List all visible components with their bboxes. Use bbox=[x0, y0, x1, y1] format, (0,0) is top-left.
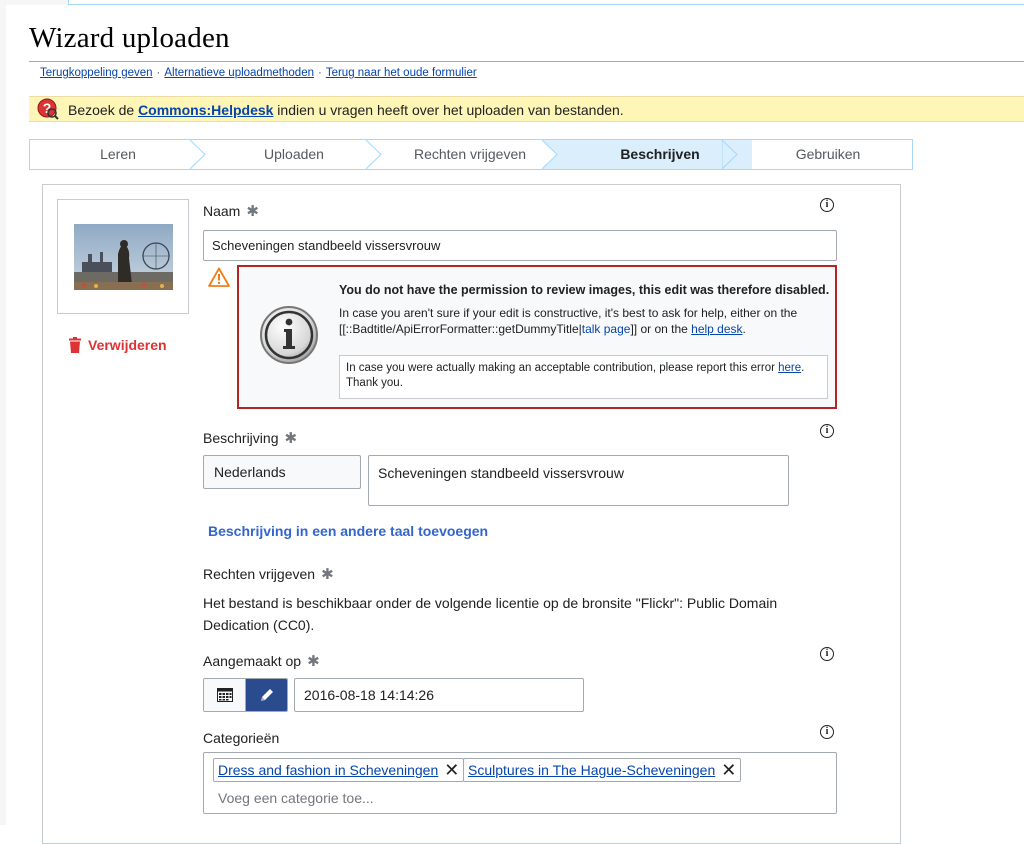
step-uploaden: Uploaden bbox=[264, 146, 324, 162]
category-tag: Dress and fashion in Scheveningen ✕ bbox=[213, 758, 465, 782]
error-body-text: ]] or on the bbox=[630, 322, 692, 336]
svg-text:?: ? bbox=[43, 100, 52, 116]
talk-page-link[interactable]: talk page bbox=[582, 322, 631, 336]
link-separator: · bbox=[317, 67, 322, 79]
title-input-value: Scheveningen standbeeld vissersvrouw bbox=[212, 238, 441, 253]
remove-file-button[interactable]: Verwijderen bbox=[68, 337, 167, 353]
error-body: In case you aren't sure if your edit is … bbox=[339, 305, 829, 337]
date-value: 2016-08-18 14:14:26 bbox=[304, 687, 434, 703]
name-info-icon[interactable]: i bbox=[820, 198, 834, 212]
error-body-text: . bbox=[742, 322, 746, 336]
step-chevron-icon bbox=[542, 140, 558, 169]
close-icon[interactable]: ✕ bbox=[721, 761, 736, 779]
step-chevron-icon bbox=[190, 140, 206, 169]
step-gebruiken: Gebruiken bbox=[795, 146, 861, 162]
feedback-link[interactable]: Terugkoppeling geven bbox=[40, 67, 153, 79]
language-select[interactable]: Nederlands bbox=[203, 455, 361, 489]
header-links: Terugkoppeling geven · Alternatieve upload… bbox=[40, 67, 477, 79]
link-separator: · bbox=[156, 67, 161, 79]
date-label-text: Aangemaakt op bbox=[203, 653, 302, 669]
pencil-icon bbox=[260, 689, 273, 701]
date-info-icon[interactable]: i bbox=[820, 647, 834, 661]
license-text: Het bestand is beschikbaar onder de volg… bbox=[203, 595, 778, 633]
date-label: Aangemaakt op ✱ bbox=[203, 652, 320, 670]
notice-suffix: indien u vragen heeft over het uploaden … bbox=[273, 102, 624, 118]
title-divider bbox=[29, 61, 1024, 62]
report-here-link[interactable]: here bbox=[778, 362, 801, 374]
help-question-icon: ? bbox=[37, 98, 59, 120]
category-link[interactable]: Sculptures in The Hague-Scheveningen bbox=[468, 762, 715, 778]
category-tag: Sculptures in The Hague-Scheveningen ✕ bbox=[463, 758, 742, 782]
step-beschrijven: Beschrijven bbox=[542, 140, 752, 169]
text-mode-button[interactable] bbox=[246, 679, 287, 711]
notice-text: Bezoek de Commons:Helpdesk indien u vrag… bbox=[68, 102, 624, 118]
description-info-icon[interactable]: i bbox=[820, 424, 834, 438]
help-desk-link[interactable]: help desk bbox=[691, 322, 742, 336]
date-mode-toggle bbox=[203, 678, 288, 712]
close-icon[interactable]: ✕ bbox=[444, 761, 459, 779]
add-language-button[interactable]: Beschrijving in een andere taal toevoege… bbox=[208, 523, 488, 539]
category-link[interactable]: Dress and fashion in Scheveningen bbox=[218, 762, 438, 778]
license-label-text: Rechten vrijgeven bbox=[203, 566, 316, 582]
helpdesk-notice: ? Bezoek de Commons:Helpdesk indien u vr… bbox=[29, 96, 1024, 122]
categories-label: Categorieën bbox=[203, 730, 280, 746]
wizard-steps: Leren Uploaden Rechten vrijgeven Beschri… bbox=[29, 139, 913, 170]
page-title: Wizard uploaden bbox=[29, 22, 230, 54]
step-chevron-icon bbox=[722, 140, 738, 169]
category-placeholder[interactable]: Voeg een categorie toe... bbox=[218, 790, 374, 806]
remove-label: Verwijderen bbox=[88, 337, 167, 353]
notice-prefix: Bezoek de bbox=[68, 102, 139, 118]
categories-info-icon[interactable]: i bbox=[820, 725, 834, 739]
page-tab-edge bbox=[68, 0, 1024, 5]
info-icon bbox=[260, 306, 318, 364]
old-form-link[interactable]: Terug naar het oude formulier bbox=[326, 67, 477, 79]
date-input[interactable]: 2016-08-18 14:14:26 bbox=[294, 678, 584, 712]
step-chevron-icon bbox=[366, 140, 382, 169]
warning-icon bbox=[208, 267, 230, 287]
step-leren: Leren bbox=[100, 146, 136, 162]
title-input[interactable]: Scheveningen standbeeld vissersvrouw bbox=[203, 230, 837, 261]
required-icon: ✱ bbox=[246, 203, 259, 220]
top-strip bbox=[0, 0, 1024, 5]
left-rail bbox=[0, 0, 6, 825]
calendar-mode-button[interactable] bbox=[204, 679, 246, 711]
report-text: In case you were actually making an acce… bbox=[346, 362, 779, 374]
description-label: Beschrijving ✱ bbox=[203, 429, 297, 447]
alternative-upload-link[interactable]: Alternatieve uploadmethoden bbox=[164, 67, 314, 79]
description-textarea[interactable]: Scheveningen standbeeld vissersvrouw bbox=[368, 455, 789, 506]
license-label: Rechten vrijgeven ✱ bbox=[203, 565, 334, 583]
calendar-icon bbox=[216, 688, 233, 702]
language-value: Nederlands bbox=[214, 464, 286, 480]
helpdesk-link[interactable]: Commons:Helpdesk bbox=[138, 102, 273, 118]
categories-input[interactable]: Dress and fashion in Scheveningen ✕ Scul… bbox=[203, 752, 837, 814]
required-icon: ✱ bbox=[307, 653, 320, 670]
report-error-box: In case you were actually making an acce… bbox=[339, 355, 828, 399]
name-label-text: Naam bbox=[203, 203, 241, 219]
required-icon: ✱ bbox=[284, 430, 298, 447]
step-rechten-vrijgeven: Rechten vrijgeven bbox=[413, 146, 527, 162]
error-title: You do not have the permission to review… bbox=[339, 283, 830, 297]
description-label-text: Beschrijving bbox=[203, 430, 279, 446]
name-label: Naam ✱ bbox=[203, 202, 259, 220]
permission-error-box: You do not have the permission to review… bbox=[237, 265, 837, 409]
file-thumbnail bbox=[74, 224, 173, 290]
trash-icon bbox=[69, 337, 81, 353]
description-value: Scheveningen standbeeld vissersvrouw bbox=[378, 465, 624, 481]
required-icon: ✱ bbox=[321, 566, 334, 583]
